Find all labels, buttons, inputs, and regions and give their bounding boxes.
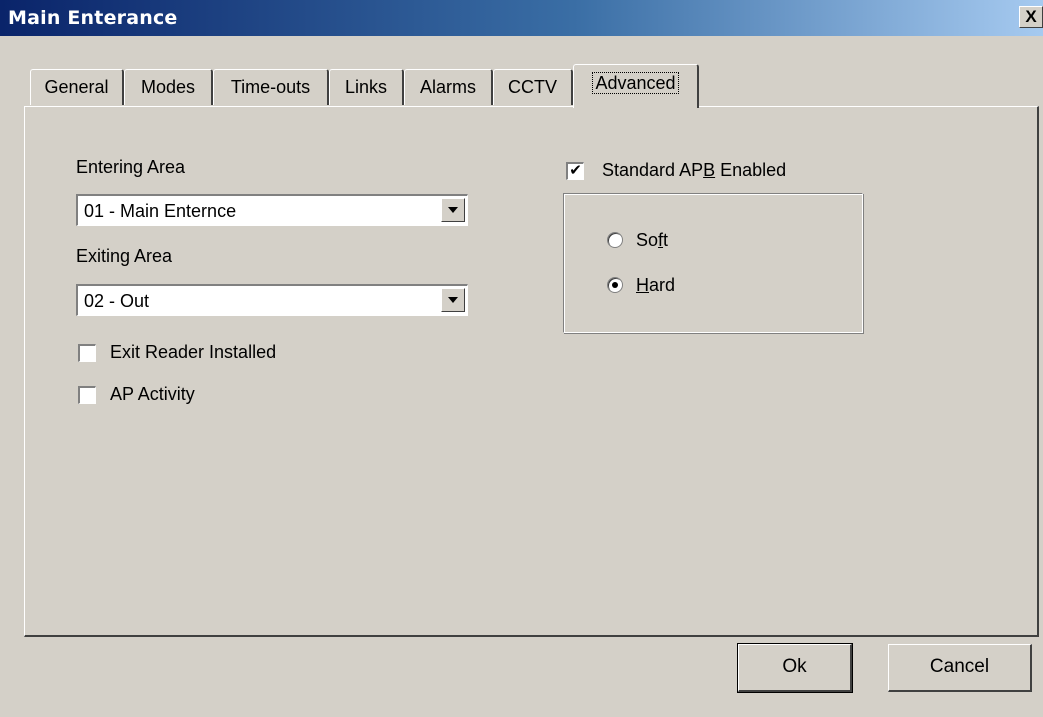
close-button[interactable]: X	[1019, 6, 1043, 28]
tab-label: Alarms	[419, 77, 476, 97]
exit-reader-installed-label: Exit Reader Installed	[110, 342, 277, 362]
tab-label: Time-outs	[230, 77, 311, 97]
ok-button[interactable]: Ok	[737, 643, 853, 693]
tab-general[interactable]: General	[30, 69, 124, 105]
label-text: ard	[649, 275, 676, 295]
exiting-area-value: 02 - Out	[84, 291, 150, 311]
label-text: Standard AP	[602, 160, 704, 180]
standard-apb-checkbox[interactable]: ✔	[566, 162, 584, 180]
ap-activity-label: AP Activity	[110, 384, 195, 404]
entering-area-value: 01 - Main Enternce	[84, 201, 237, 221]
tab-label: Links	[344, 77, 388, 97]
tab-label: Modes	[140, 77, 196, 97]
window-title: Main Enterance	[8, 7, 178, 29]
check-icon: ✔	[569, 162, 582, 179]
mnemonic-letter: H	[636, 275, 649, 295]
tab-time-outs[interactable]: Time-outs	[213, 69, 329, 105]
ap-activity-checkbox[interactable]	[78, 386, 96, 404]
soft-radio[interactable]	[607, 232, 623, 248]
tab-links[interactable]: Links	[329, 69, 404, 105]
chevron-down-icon[interactable]	[441, 288, 465, 312]
exiting-area-select[interactable]: 02 - Out	[76, 284, 468, 316]
entering-area-select[interactable]: 01 - Main Enternce	[76, 194, 468, 226]
hard-radio-label: Hard	[636, 275, 675, 296]
label-text: t	[663, 230, 669, 250]
cancel-button[interactable]: Cancel	[888, 644, 1032, 692]
tab-cctv[interactable]: CCTV	[493, 69, 573, 105]
tab-label: CCTV	[508, 77, 557, 97]
entering-area-label: Entering Area	[76, 157, 186, 177]
tab-advanced[interactable]: Advanced	[573, 64, 699, 108]
label-text: So	[636, 230, 659, 250]
mnemonic-letter: B	[703, 160, 716, 180]
tab-label: General	[44, 77, 109, 97]
hard-radio[interactable]	[607, 277, 623, 293]
exit-reader-installed-checkbox[interactable]	[78, 344, 96, 362]
tab-label: Advanced	[592, 72, 679, 94]
tab-alarms[interactable]: Alarms	[404, 69, 493, 105]
standard-apb-label: Standard APB Enabled	[602, 160, 786, 181]
tab-modes[interactable]: Modes	[124, 69, 213, 105]
title-bar: Main Enterance X	[0, 0, 1043, 37]
exiting-area-label: Exiting Area	[76, 246, 173, 266]
advanced-tab-panel	[24, 106, 1039, 637]
chevron-down-icon[interactable]	[441, 198, 465, 222]
apb-mode-group	[563, 193, 863, 333]
soft-radio-label: Soft	[636, 230, 668, 251]
label-text: Enabled	[715, 160, 787, 180]
